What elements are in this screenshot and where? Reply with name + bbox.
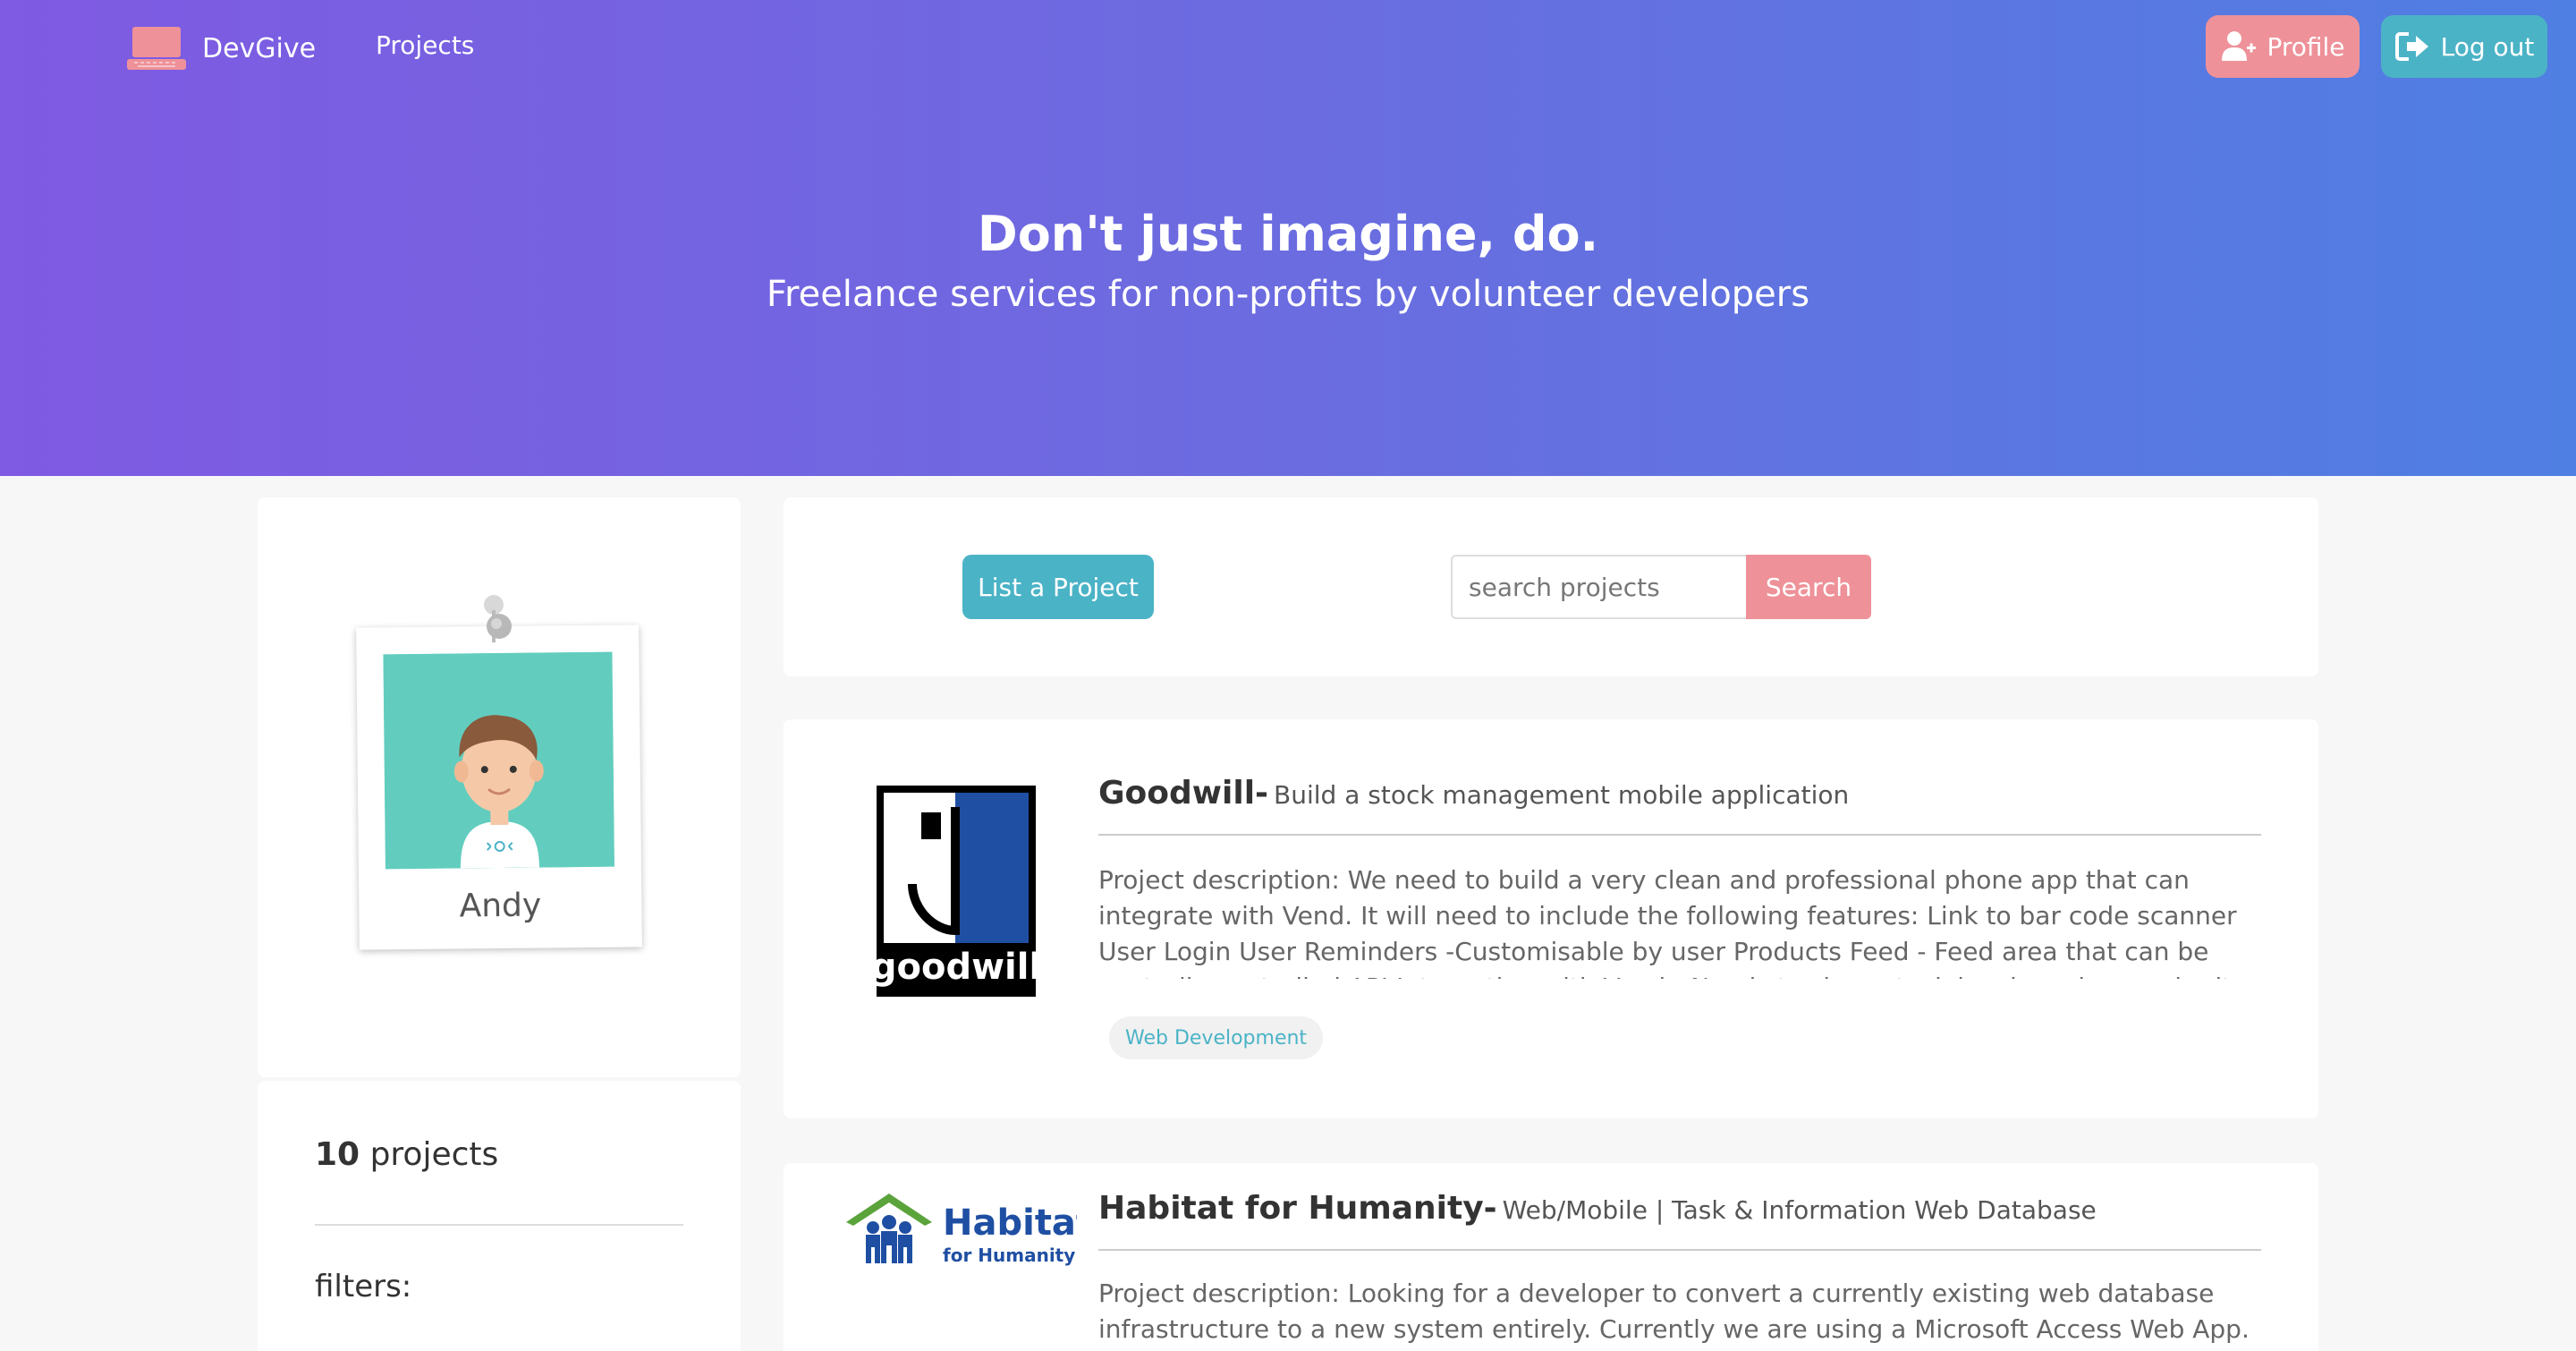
hero-subtitle: Freelance services for non-profits by vo… — [766, 274, 1810, 315]
project-card[interactable]: Habitat for Humanity Habitat for Humanit… — [784, 1163, 2318, 1351]
category-tag[interactable]: Web Development — [1109, 1016, 1324, 1059]
nav-projects-link[interactable]: Projects — [376, 30, 474, 60]
stats-divider — [315, 1224, 683, 1226]
project-summary: Web/Mobile | Task & Information Web Data… — [1502, 1195, 2097, 1225]
goodwill-logo: goodwill — [877, 786, 1036, 997]
project-org: Goodwill- — [1098, 775, 1269, 811]
project-divider — [1098, 834, 2261, 836]
goodwill-logo-text: goodwill — [877, 947, 1036, 988]
project-title[interactable]: Goodwill- Build a stock management mobile… — [1098, 775, 2261, 811]
habitat-logo-text: Habitat — [943, 1202, 1077, 1244]
hero-title: Don't just imagine, do. — [977, 206, 1599, 262]
stats-card: 10 projects filters: — [258, 1081, 741, 1351]
project-count: 10 projects — [315, 1136, 498, 1173]
project-toolbar: List a Project Search — [784, 497, 2318, 676]
project-description: Project description: Looking for a devel… — [1098, 1279, 2250, 1344]
laptop-icon — [125, 25, 188, 72]
logout-button[interactable]: Log out — [2381, 15, 2547, 78]
project-description: Project description: We need to build a … — [1098, 865, 2237, 979]
habitat-logo: Habitat for Humanity — [843, 1190, 1077, 1270]
project-count-number: 10 — [315, 1136, 360, 1173]
sign-out-icon — [2394, 32, 2428, 61]
project-org: Habitat for Humanity- — [1098, 1190, 1497, 1227]
list-project-button[interactable]: List a Project — [962, 555, 1154, 619]
project-count-label: projects — [369, 1136, 499, 1173]
profile-button-label: Profile — [2267, 31, 2345, 62]
brand-name: DevGive — [202, 32, 317, 64]
brand[interactable]: DevGive — [125, 25, 316, 72]
logout-button-label: Log out — [2440, 31, 2535, 62]
project-card[interactable]: goodwill Goodwill- Build a stock manageme… — [784, 719, 2318, 1118]
profile-card: Andy — [258, 497, 741, 1077]
add-user-icon — [2222, 31, 2257, 61]
hero-banner: DevGive Projects Profile Log out Don't j… — [0, 0, 2576, 476]
avatar-polaroid: Andy — [356, 625, 642, 950]
profile-button[interactable]: Profile — [2206, 15, 2360, 78]
project-summary: Build a stock management mobile applicat… — [1274, 780, 1850, 810]
filters-label: filters: — [315, 1269, 412, 1304]
avatar — [383, 651, 614, 870]
pushpin-icon — [484, 595, 512, 642]
search-input[interactable] — [1451, 555, 1746, 619]
profile-name: Andy — [459, 887, 542, 925]
search-button[interactable]: Search — [1746, 555, 1871, 619]
project-divider — [1098, 1249, 2261, 1251]
project-title[interactable]: Habitat for Humanity- Web/Mobile | Task &… — [1098, 1190, 2261, 1227]
habitat-logo-subtext: for Humanity — [943, 1245, 1075, 1266]
